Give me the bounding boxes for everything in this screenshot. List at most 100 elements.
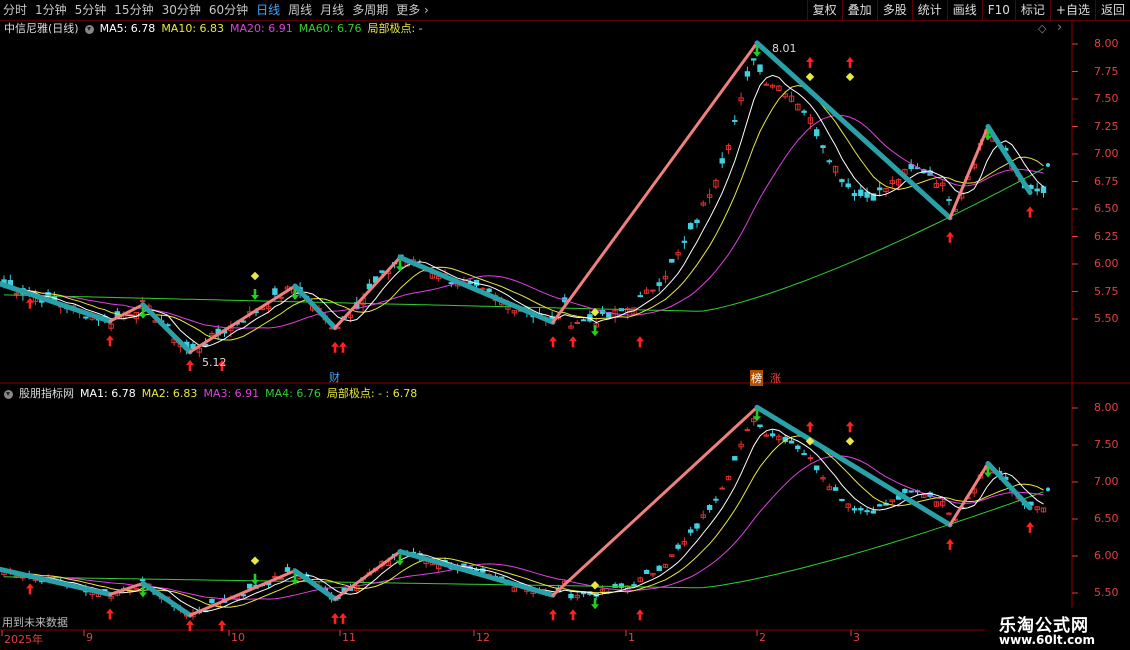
y-tick-top-5: 6.75: [1094, 174, 1119, 188]
ind-zigzag-segment: [985, 461, 1033, 511]
x-tick-7: 3: [853, 631, 860, 644]
ind-candle-body: [631, 584, 637, 587]
main-candle-body: [719, 158, 725, 164]
main-buy-arrow: [806, 56, 814, 68]
ind-candle-body: [209, 598, 215, 604]
y-tick-top-9: 5.75: [1094, 284, 1119, 298]
ind-candle-body: [694, 523, 700, 529]
main-candle-body: [139, 300, 146, 303]
watermark-logo: 乐淘公式网 www.60lt.com: [985, 608, 1130, 650]
ind-buy-arrow: [339, 612, 347, 624]
main-buy-arrow: [186, 360, 194, 371]
main-signal-diamond: [250, 271, 260, 281]
main-candle-body: [732, 119, 738, 122]
ind-candle-body: [832, 487, 839, 491]
main-candle-body: [946, 199, 952, 202]
ind-candle-body: [788, 440, 795, 444]
main-candle-body: [688, 223, 694, 230]
rank-marker[interactable]: 榜: [750, 370, 763, 386]
high-price-annotation: 8.01: [772, 42, 797, 55]
ind-candle-body: [864, 510, 870, 513]
main-candle-body: [448, 282, 455, 285]
main-candle-body: [814, 129, 820, 137]
ind-candle-body: [902, 488, 908, 493]
ind-buy-arrow: [106, 608, 114, 620]
kline-chart[interactable]: [0, 0, 1130, 650]
ind-candle-body: [247, 583, 253, 589]
main-buy-arrow: [946, 231, 954, 243]
ind-candle-body: [675, 544, 681, 549]
ind-candle-body: [688, 529, 694, 533]
main-zigzag-segment: [754, 40, 953, 221]
main-candle-body: [574, 322, 580, 325]
ind-candle-body: [656, 565, 662, 571]
main-current-price-dot: [1046, 163, 1050, 167]
ind-zigzag-segment: [754, 404, 953, 528]
y-tick-bottom-2: 7.00: [1094, 475, 1119, 488]
main-candle-body: [751, 58, 757, 61]
ind-buy-arrow: [806, 421, 814, 433]
ind-sell-arrow: [251, 573, 259, 585]
ind-candle-body: [839, 498, 845, 502]
ind-zigzag-segment: [0, 566, 113, 597]
main-candle-body: [580, 319, 587, 322]
x-tick-3: 11: [342, 631, 356, 644]
y-tick-top-3: 7.25: [1094, 119, 1119, 133]
main-candle-body: [240, 320, 247, 323]
main-zigzag-segment: [292, 283, 338, 331]
main-buy-arrow: [1026, 206, 1034, 218]
ind-zigzag-segment: [333, 550, 402, 601]
x-tick-4: 12: [476, 631, 490, 644]
ind-signal-diamond: [590, 580, 600, 590]
low-price-annotation: 5.12: [202, 356, 227, 369]
x-tick-6: 2: [759, 631, 766, 644]
ind-candle-body: [719, 487, 725, 490]
ind-buy-arrow: [1026, 521, 1034, 533]
main-signal-diamond: [845, 72, 855, 82]
main-zigzag-segment: [397, 254, 556, 325]
main-candle-body: [839, 179, 845, 183]
main-candle-body: [669, 258, 675, 263]
ind-candle-body: [908, 490, 914, 493]
main-candle-body: [650, 289, 656, 292]
x-tick-5: 1: [628, 631, 635, 644]
ind-candle-body: [643, 569, 650, 575]
main-candle-body: [826, 160, 832, 163]
y-tick-top-4: 7.00: [1094, 147, 1119, 160]
limit-up-marker[interactable]: 涨: [770, 370, 781, 386]
ind-candle-body: [568, 593, 574, 599]
ind-candle-body: [814, 465, 820, 471]
main-buy-arrow: [846, 56, 854, 68]
main-candle-body: [763, 83, 769, 86]
ind-candle-body: [713, 498, 719, 501]
main-buy-arrow: [331, 341, 339, 353]
y-tick-bottom-4: 6.00: [1094, 549, 1119, 562]
ind-candle-body: [807, 457, 814, 460]
ind-candle-body: [858, 508, 864, 511]
ind-candle-body: [757, 424, 763, 427]
y-tick-top-1: 7.75: [1094, 64, 1119, 78]
x-tick-2: 10: [231, 631, 245, 644]
ind-candle-body: [744, 429, 751, 432]
main-buy-arrow: [569, 336, 577, 348]
watermark-url: www.60lt.com: [999, 633, 1096, 647]
ind-zigzag-segment: [188, 569, 297, 617]
main-signal-diamond: [805, 72, 815, 82]
main-candle-body: [637, 295, 643, 298]
ind-candle-body: [877, 504, 883, 507]
main-buy-arrow: [106, 335, 114, 347]
main-candle-body: [83, 316, 89, 319]
main-candle-body: [757, 64, 763, 72]
y-tick-bottom-3: 6.50: [1094, 512, 1119, 525]
main-buy-arrow: [339, 341, 347, 353]
y-tick-top-10: 5.50: [1094, 312, 1119, 325]
y-tick-top-8: 6.00: [1094, 257, 1119, 270]
ind-candle-body: [870, 510, 877, 514]
main-candle-body: [864, 191, 870, 198]
ind-candle-body: [240, 594, 247, 597]
ind-buy-arrow: [186, 620, 194, 631]
finance-marker[interactable]: 财: [329, 369, 340, 385]
ind-candle-body: [851, 508, 858, 511]
main-buy-arrow: [636, 336, 644, 348]
ind-ma4-line: [3, 491, 1044, 589]
